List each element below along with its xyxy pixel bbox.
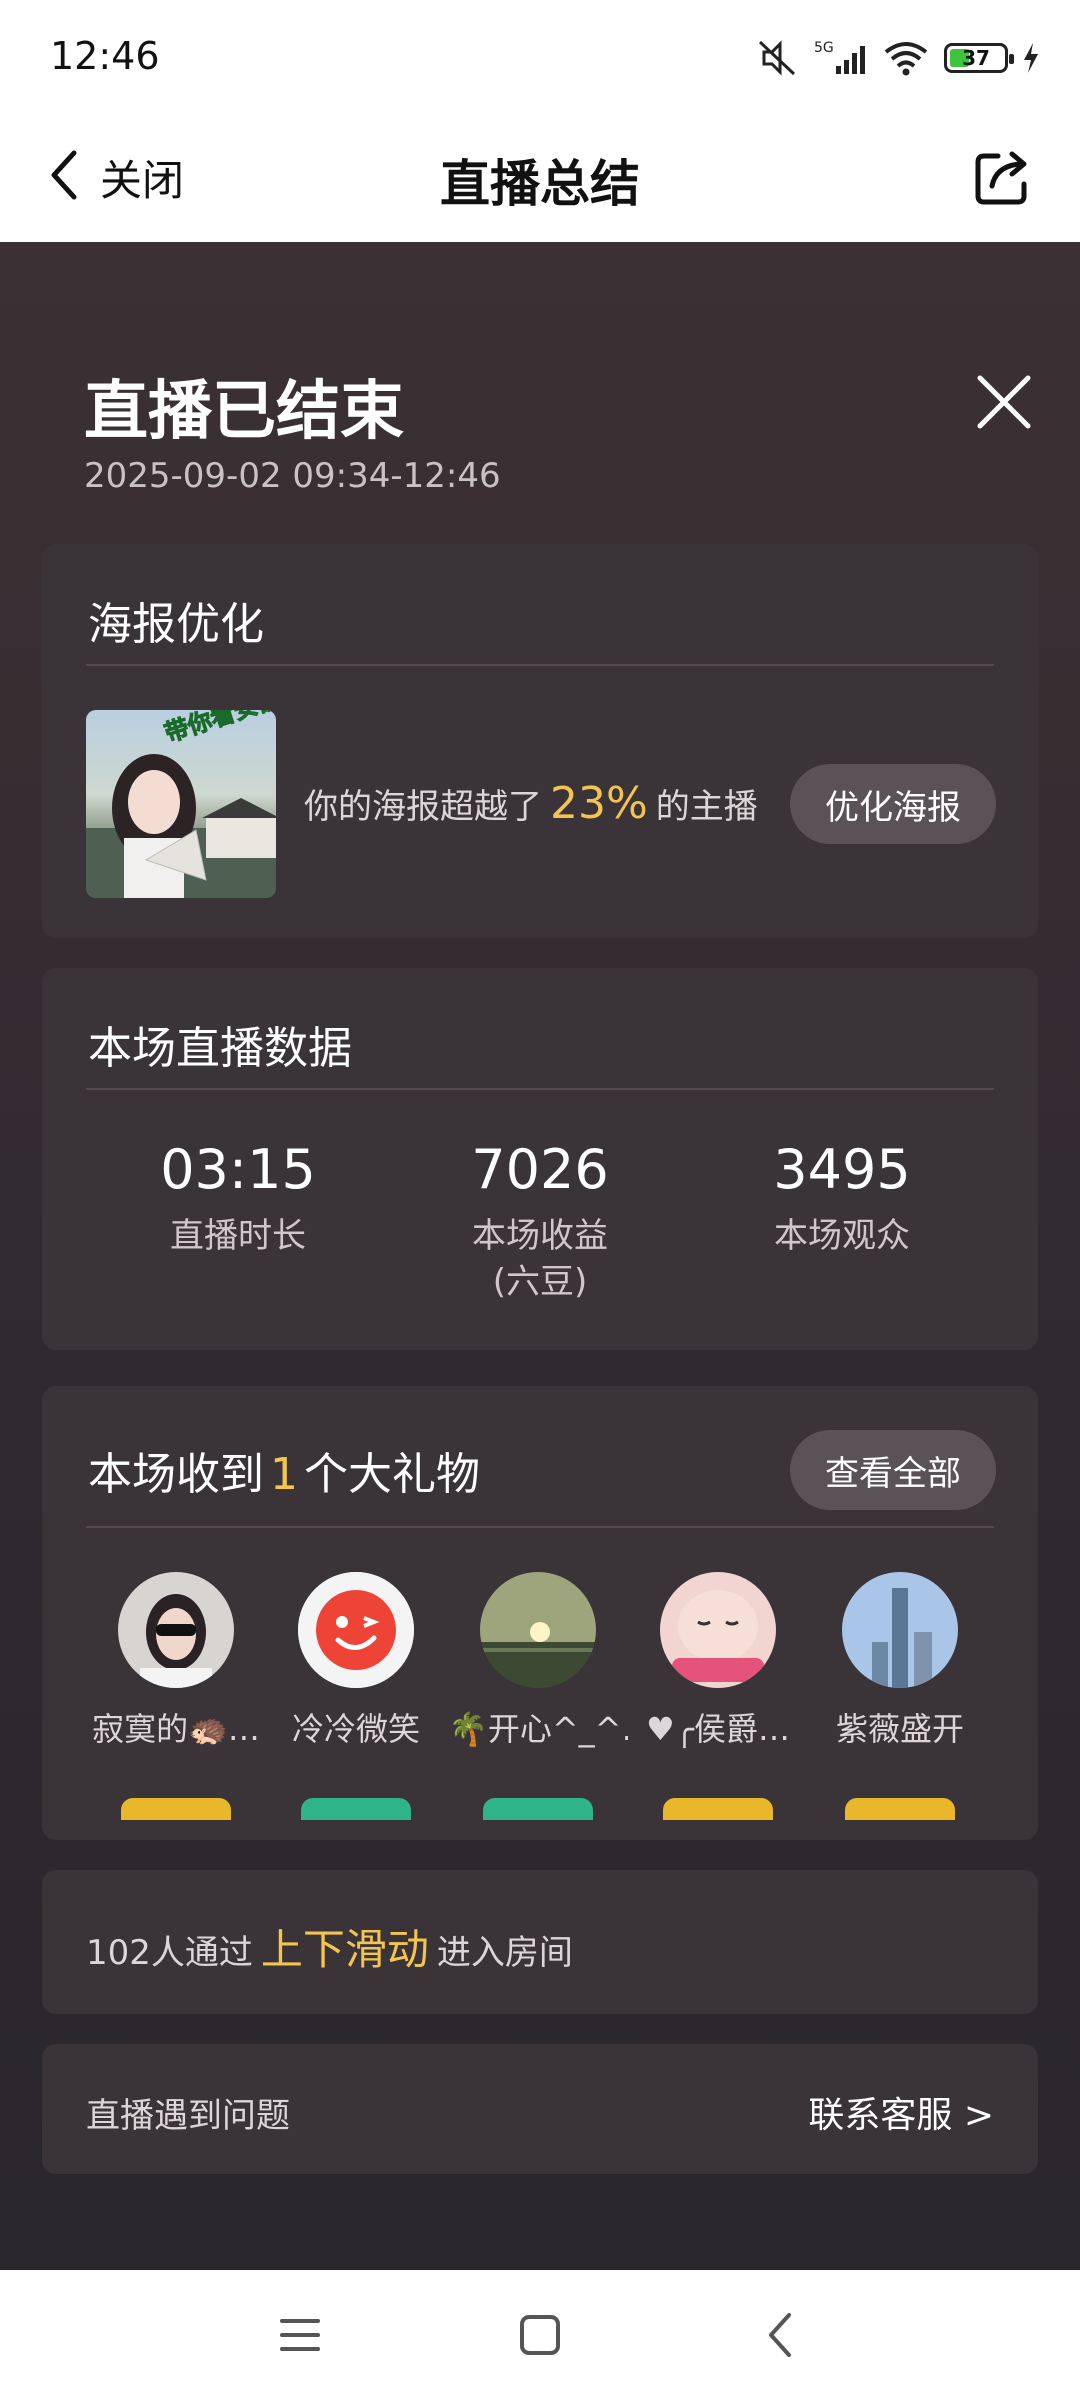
stat-label: 本场观众	[774, 1216, 910, 1256]
close-back-button[interactable]: 关闭	[48, 142, 184, 212]
live-data-card: 本场直播数据 03:15 直播时长 7026 本场收益 (六豆) 3495 本场…	[42, 968, 1038, 1350]
stat-earnings: 7026 本场收益 (六豆)	[390, 1138, 690, 1305]
avatar	[842, 1572, 958, 1688]
swipe-highlight: 上下滑动	[260, 1925, 429, 1974]
status-bar: 12:46 5G 37	[0, 0, 1080, 120]
live-summary-panel: 直播已结束 2025-09-02 09:34-12:46 海报优化 带你看安徽 …	[0, 242, 1080, 2270]
gifter-item[interactable]: 寂寞的🦔…	[86, 1572, 266, 1820]
gifter-item[interactable]: 紫薇盛开	[810, 1572, 990, 1820]
swipe-entry-text: 102人通过 上下滑动 进入房间	[86, 1916, 573, 1977]
view-all-button[interactable]: 查看全部	[790, 1430, 996, 1510]
gifter-item[interactable]: ♥╭侯爵…	[628, 1572, 808, 1820]
mute-icon	[754, 38, 800, 78]
home-icon	[520, 2315, 560, 2355]
help-text: 直播遇到问题	[86, 2096, 290, 2136]
close-button[interactable]	[972, 370, 1036, 434]
stat-value: 7026	[471, 1138, 609, 1201]
divider	[86, 1088, 994, 1090]
live-data-title: 本场直播数据	[88, 1023, 352, 1074]
close-icon	[977, 375, 1031, 429]
share-icon	[972, 148, 1032, 212]
system-nav-bar	[0, 2270, 1080, 2400]
help-card[interactable]: 直播遇到问题 联系客服 >	[42, 2044, 1038, 2174]
stat-value: 3495	[773, 1138, 911, 1201]
signal-icon: 5G	[814, 38, 868, 78]
swipe-entry-card: 102人通过 上下滑动 进入房间	[42, 1870, 1038, 2014]
gifter-item[interactable]: 🌴开心^_^…	[448, 1572, 628, 1820]
wifi-icon	[882, 38, 930, 78]
stat-label: 本场收益 (六豆)	[390, 1213, 690, 1305]
poster-percent: 23%	[550, 778, 648, 829]
swipe-text-after: 进入房间	[436, 1933, 573, 1973]
stat-label-sub: (六豆)	[492, 1262, 588, 1302]
gifts-title-before: 本场收到	[88, 1449, 264, 1500]
menu-icon	[280, 2319, 320, 2351]
network-type: 5G	[814, 40, 834, 56]
poster-text-after: 的主播	[655, 787, 758, 827]
live-time-range: 2025-09-02 09:34-12:46	[84, 456, 501, 496]
battery-text: 37	[962, 46, 990, 70]
avatar	[660, 1572, 776, 1688]
header: 关闭 直播总结	[0, 120, 1080, 242]
back-label: 关闭	[100, 155, 185, 205]
stat-label-main: 本场收益	[472, 1216, 608, 1256]
back-button[interactable]	[745, 2300, 815, 2370]
share-button[interactable]	[964, 142, 1040, 218]
stat-duration: 03:15 直播时长	[88, 1138, 388, 1259]
home-button[interactable]	[505, 2300, 575, 2370]
poster-caption: 带你看安徽	[161, 710, 276, 748]
menu-button[interactable]	[265, 2300, 335, 2370]
level-badge	[483, 1798, 593, 1820]
avatar	[298, 1572, 414, 1688]
status-time: 12:46	[50, 34, 160, 78]
battery-icon: 37	[944, 43, 1014, 73]
gifter-name: ♥╭侯爵…	[646, 1710, 790, 1748]
gifter-name: 紫薇盛开	[835, 1710, 964, 1748]
avatar	[480, 1572, 596, 1688]
level-badge	[845, 1798, 955, 1820]
level-badge	[663, 1798, 773, 1820]
stat-value: 03:15	[160, 1138, 316, 1201]
chevron-left-icon	[48, 149, 78, 205]
status-icons: 5G 37	[754, 38, 1040, 78]
charging-icon	[1022, 43, 1040, 73]
poster-optimize-card: 海报优化 带你看安徽 你的海报超越了 23% 的主播 优化海报	[42, 544, 1038, 938]
level-badge	[301, 1798, 411, 1820]
gifter-name: 冷冷微笑	[291, 1710, 420, 1748]
contact-support-link[interactable]: 联系客服 >	[808, 2086, 994, 2138]
live-ended-title: 直播已结束	[84, 375, 404, 449]
gifts-count: 1	[270, 1449, 298, 1500]
stat-audience: 3495 本场观众	[692, 1138, 992, 1259]
gifts-title: 本场收到 1 个大礼物	[88, 1438, 480, 1502]
gifts-title-after: 个大礼物	[304, 1449, 480, 1500]
gifter-name: 寂寞的🦔…	[92, 1710, 260, 1748]
optimize-poster-button[interactable]: 优化海报	[790, 764, 996, 844]
level-badge	[121, 1798, 231, 1820]
poster-thumbnail[interactable]: 带你看安徽	[86, 710, 276, 898]
swipe-text-before: 102人通过	[86, 1933, 253, 1973]
poster-section-title: 海报优化	[88, 599, 264, 650]
divider	[86, 664, 994, 666]
back-icon	[769, 2313, 791, 2357]
poster-rank-text: 你的海报超越了 23% 的主播	[304, 778, 758, 829]
divider	[86, 1526, 994, 1528]
stat-label: 直播时长	[170, 1216, 306, 1256]
gifter-name: 🌴开心^_^…	[448, 1710, 628, 1748]
gifter-item[interactable]: 冷冷微笑	[266, 1572, 446, 1820]
avatar	[118, 1572, 234, 1688]
poster-text-before: 你的海报超越了	[304, 787, 542, 827]
big-gifts-card: 本场收到 1 个大礼物 查看全部 寂寞的🦔… 冷冷微笑 🌴开心^_^…	[42, 1386, 1038, 1840]
